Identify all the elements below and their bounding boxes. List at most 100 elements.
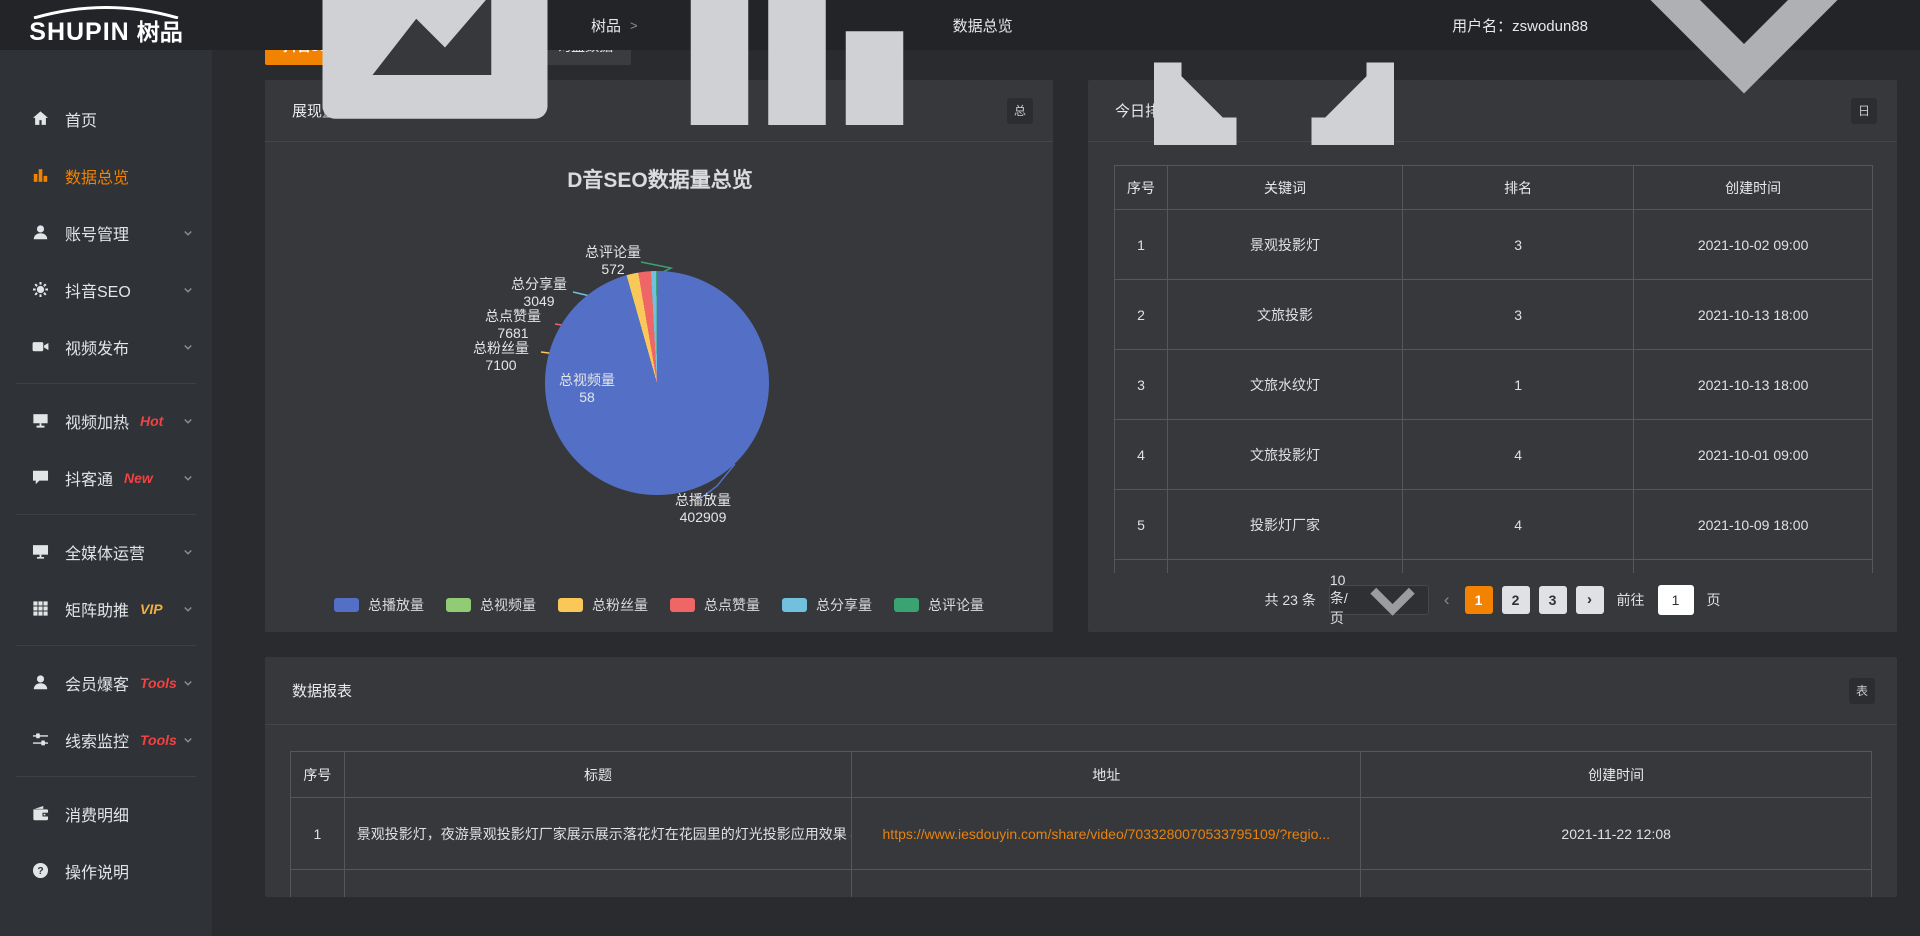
sidebar-item-media-ops[interactable]: 全媒体运营	[0, 523, 212, 580]
sidebar-item-badge: Hot	[140, 413, 163, 429]
table-cell: 2021-10-01 09:00	[1634, 420, 1873, 490]
menu-divider	[16, 383, 196, 384]
sidebar-item-label: 视频加热	[65, 409, 129, 433]
sidebar-item-label: 账号管理	[65, 221, 129, 245]
page-button-1[interactable]: 1	[1465, 586, 1493, 614]
report-table: 序号标题地址创建时间 1景观投影灯，夜游景观投影灯厂家展示展示落花灯在花园里的灯…	[290, 751, 1872, 897]
pie-label-2: 总粉丝量7100	[473, 340, 529, 374]
goto-label: 前往	[1617, 590, 1645, 610]
table-cell: 5	[1115, 490, 1168, 560]
legend-label: 总分享量	[816, 595, 872, 615]
fullscreen-icon[interactable]	[1124, 0, 1424, 175]
user-icon	[30, 223, 50, 242]
chart-legend: 总播放量 总视频量 总粉丝量 总点赞量 总分享量 总评论量	[265, 595, 1053, 615]
legend-swatch	[558, 598, 583, 612]
user-menu[interactable]: 用户名：zswodun88	[1452, 0, 1894, 175]
table-cell: 2021-10-09 18:00	[1634, 490, 1873, 560]
chevron-down-icon	[182, 603, 194, 615]
table-cell: 投影灯厂家	[1168, 490, 1403, 560]
next-page-button[interactable]: ›	[1576, 586, 1604, 614]
logo-text-en: SHUPIN	[29, 20, 129, 45]
chevron-down-icon	[182, 341, 194, 353]
sidebar-item-badge: New	[124, 470, 153, 486]
table-row: 1景观投影灯32021-10-02 09:00	[1115, 210, 1873, 280]
sidebar-item-account[interactable]: 账号管理	[0, 204, 212, 261]
sidebar-item-video-publish[interactable]: 视频发布	[0, 318, 212, 375]
report-badge[interactable]: 表	[1849, 678, 1875, 704]
table-cell: 文旅投影灯	[1168, 420, 1403, 490]
sidebar-item-matrix-boost[interactable]: 矩阵助推VIP	[0, 580, 212, 637]
goto-page-input[interactable]	[1658, 585, 1694, 615]
table-row: 2文旅投影32021-10-13 18:00	[1115, 280, 1873, 350]
table-cell: 景观投影灯	[1168, 210, 1403, 280]
sidebar-item-label: 抖音SEO	[65, 278, 131, 302]
sidebar-item-label: 全媒体运营	[65, 540, 145, 564]
legend-item[interactable]: 总播放量	[334, 595, 424, 615]
chevron-down-icon	[182, 472, 194, 484]
monitor-icon	[30, 542, 50, 561]
table-cell: 文旅投影	[1168, 280, 1403, 350]
pagination: 共 23 条 10条/页 ‹ 123› 前往 页	[1088, 585, 1897, 615]
report-col-header: 标题	[344, 752, 852, 798]
report-col-header: 地址	[852, 752, 1361, 798]
home-icon	[30, 109, 50, 128]
page-size-value: 10条/页	[1330, 572, 1348, 628]
sidebar-item-consume-detail[interactable]: 消费明细	[0, 785, 212, 842]
chart-icon	[647, 0, 947, 175]
chevron-down-icon	[182, 227, 194, 239]
table-cell: 2021-10-13 18:00	[1634, 350, 1873, 420]
breadcrumb-root-label: 树品	[591, 15, 621, 36]
table-cell: 1	[1403, 350, 1634, 420]
legend-item[interactable]: 总点赞量	[670, 595, 760, 615]
pagination-total: 共 23 条	[1264, 590, 1315, 610]
table-cell: 文旅水纹灯	[1168, 350, 1403, 420]
table-row-clipped	[1115, 560, 1873, 573]
sidebar-item-home[interactable]: 首页	[0, 90, 212, 147]
legend-label: 总粉丝量	[592, 595, 648, 615]
sidebar-item-douyin-seo[interactable]: 抖音SEO	[0, 261, 212, 318]
report-title: 数据报表	[292, 680, 352, 701]
question-icon: ?	[30, 861, 50, 880]
page-size-select[interactable]: 10条/页	[1329, 585, 1429, 615]
sidebar-item-label: 线索监控	[65, 728, 129, 752]
legend-swatch	[670, 598, 695, 612]
legend-item[interactable]: 总视频量	[446, 595, 536, 615]
chevron-down-icon	[182, 546, 194, 558]
legend-label: 总播放量	[368, 595, 424, 615]
legend-item[interactable]: 总分享量	[782, 595, 872, 615]
pie-label-1: 总视频量58	[559, 372, 615, 406]
bar-chart-icon	[30, 166, 50, 185]
prev-page-button[interactable]: ‹	[1442, 590, 1452, 610]
app-icon	[285, 0, 585, 175]
legend-item[interactable]: 总粉丝量	[558, 595, 648, 615]
breadcrumb-current[interactable]: 数据总览	[647, 0, 1013, 175]
table-cell: 4	[1115, 420, 1168, 490]
legend-label: 总点赞量	[704, 595, 760, 615]
breadcrumb-root[interactable]: 树品	[285, 0, 621, 175]
sidebar-item-data-overview[interactable]: 数据总览	[0, 147, 212, 204]
legend-label: 总评论量	[928, 595, 984, 615]
page-button-2[interactable]: 2	[1502, 586, 1530, 614]
breadcrumb-separator: >	[630, 18, 638, 33]
table-cell: 2021-10-13 18:00	[1634, 280, 1873, 350]
logo-text-cn: 树品	[137, 21, 183, 44]
legend-item[interactable]: 总评论量	[894, 595, 984, 615]
app-logo[interactable]: SHUPIN 树品	[0, 6, 212, 45]
legend-label: 总视频量	[480, 595, 536, 615]
sidebar-item-clue-monitor[interactable]: 线索监控 Tools	[0, 711, 212, 768]
sidebar-item-help[interactable]: ?操作说明	[0, 842, 212, 899]
sidebar-item-video-heat[interactable]: 视频加热 Hot	[0, 392, 212, 449]
gear-icon	[30, 280, 50, 299]
legend-swatch	[334, 598, 359, 612]
page-button-3[interactable]: 3	[1539, 586, 1567, 614]
breadcrumb: 树品 > 数据总览	[285, 0, 1013, 175]
report-video-link[interactable]: https://www.iesdouyin.com/share/video/70…	[864, 826, 1348, 842]
table-row: 5投影灯厂家42021-10-09 18:00	[1115, 490, 1873, 560]
chevron-down-icon	[1594, 0, 1894, 175]
chevron-down-icon	[182, 677, 194, 689]
sidebar-item-badge: Tools	[140, 732, 177, 748]
sidebar-item-member-burst[interactable]: 会员爆客Tools	[0, 654, 212, 711]
table-cell: 3	[1403, 210, 1634, 280]
chevron-down-icon	[182, 284, 194, 296]
sidebar-item-douketong[interactable]: 抖客通New	[0, 449, 212, 506]
